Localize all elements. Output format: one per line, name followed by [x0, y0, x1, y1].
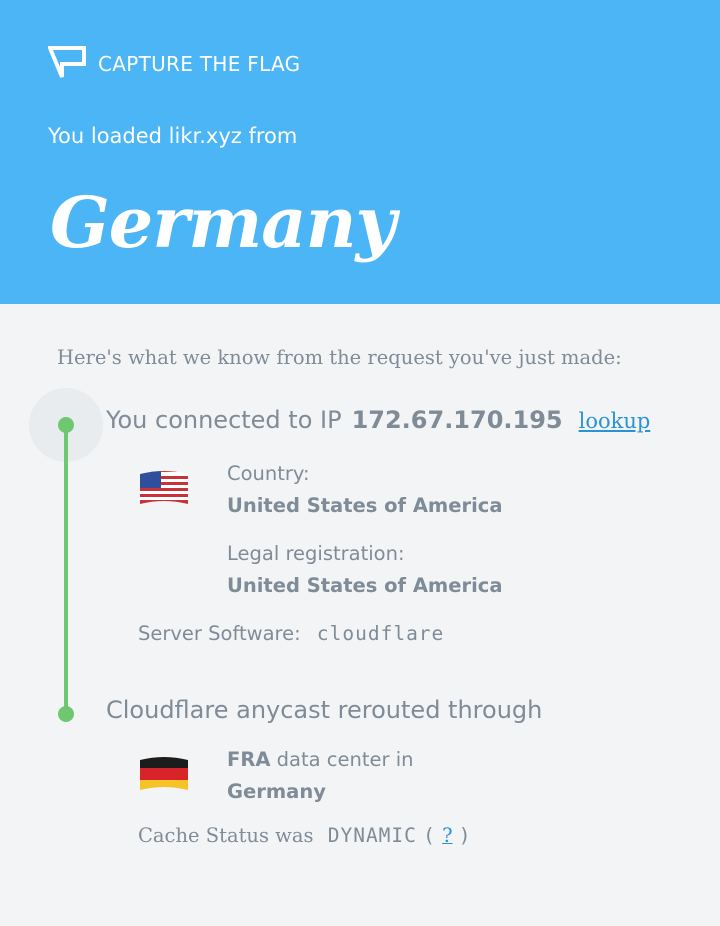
timeline-line — [64, 424, 68, 714]
country-label: Country: — [227, 462, 310, 485]
anycast-heading: Cloudflare anycast rerouted through — [106, 696, 543, 724]
datacenter-row: FRA data center in — [227, 748, 413, 771]
timeline-dot-anycast — [58, 706, 74, 722]
cache-help-link[interactable]: ? — [442, 824, 452, 847]
legal-registration-value: United States of America — [227, 574, 503, 597]
datacenter-code: FRA — [227, 748, 271, 771]
datacenter-country: Germany — [227, 780, 326, 803]
ip-prefix: You connected to IP — [106, 406, 342, 434]
legal-registration-label: Legal registration: — [227, 542, 405, 565]
server-software-value: cloudflare — [316, 622, 445, 645]
server-software-row: Server Software: cloudflare — [138, 622, 444, 645]
timeline-dot-ip — [58, 417, 74, 433]
lookup-link[interactable]: lookup — [579, 409, 651, 433]
germany-flag-icon — [140, 757, 188, 790]
ip-row: You connected to IP 172.67.170.195 looku… — [106, 406, 650, 434]
loaded-from-text: You loaded likr.xyz from — [48, 124, 298, 148]
help-close-paren: ) — [458, 824, 472, 847]
detected-country-title: Germany — [50, 181, 396, 264]
flag-logo-icon — [47, 44, 86, 84]
server-software-label: Server Software: — [138, 622, 301, 645]
us-flag-icon — [140, 471, 188, 504]
brand[interactable]: CAPTURE THE FLAG — [47, 44, 301, 84]
hero-header: CAPTURE THE FLAG You loaded likr.xyz fro… — [0, 0, 720, 304]
country-value: United States of America — [227, 494, 503, 517]
cache-status-label: Cache Status was — [138, 824, 314, 847]
cache-status-row: Cache Status was DYNAMIC ( ? ) — [138, 824, 471, 847]
datacenter-suffix: data center in — [276, 748, 414, 771]
ip-address: 172.67.170.195 — [351, 406, 563, 434]
intro-text: Here's what we know from the request you… — [57, 346, 622, 369]
brand-text: CAPTURE THE FLAG — [98, 52, 301, 76]
request-details: Here's what we know from the request you… — [0, 304, 720, 926]
help-open-paren: ( — [423, 824, 436, 847]
cache-status-value: DYNAMIC — [327, 824, 417, 847]
